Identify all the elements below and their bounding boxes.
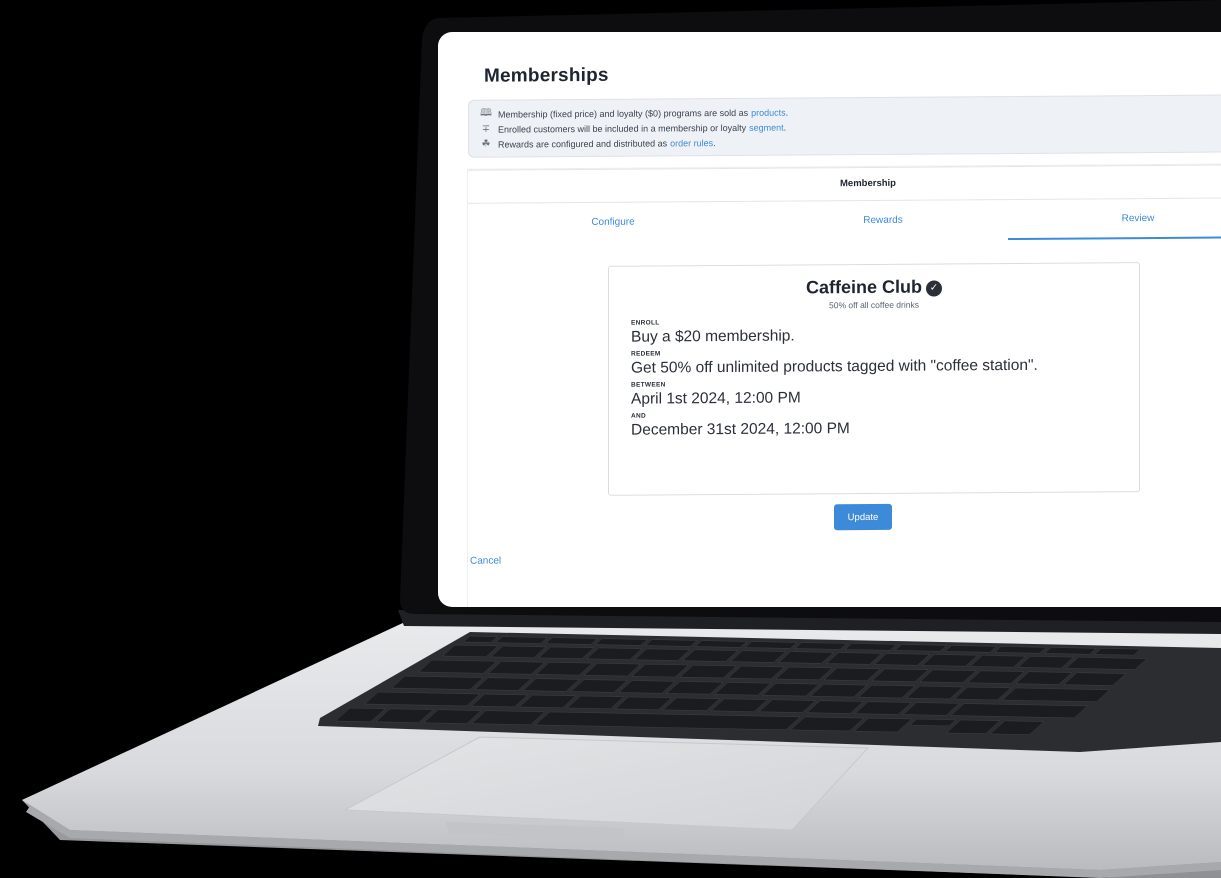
tab-bar: Configure Rewards Review bbox=[468, 198, 1221, 244]
laptop-screen: Memberships 🕮 Membership (fixed price) a… bbox=[438, 32, 1221, 607]
info-banner: 🕮 Membership (fixed price) and loyalty (… bbox=[468, 93, 1221, 158]
info-end-rules: . bbox=[713, 137, 716, 148]
tab-configure[interactable]: Configure bbox=[468, 202, 758, 244]
panel-header: Membership bbox=[468, 164, 1221, 204]
tab-review[interactable]: Review bbox=[1008, 198, 1221, 241]
and-value: December 31st 2024, 12:00 PM bbox=[631, 420, 850, 439]
cancel-link[interactable]: Cancel bbox=[470, 556, 501, 567]
between-value: April 1st 2024, 12:00 PM bbox=[631, 389, 801, 408]
update-button[interactable]: Update bbox=[834, 503, 892, 531]
verified-badge-icon: ✓ bbox=[926, 280, 942, 297]
card-title: Caffeine Club ✓ bbox=[609, 275, 1139, 300]
card-subtitle: 50% off all coffee drinks bbox=[829, 299, 919, 311]
info-end-segment: . bbox=[783, 122, 787, 133]
info-end-products: . bbox=[785, 107, 789, 118]
redeem-value: Get 50% off unlimited products tagged wi… bbox=[631, 356, 1038, 377]
rewards-icon: ☘ bbox=[481, 138, 491, 150]
book-icon: 🕮 bbox=[480, 107, 492, 119]
page-title: Memberships bbox=[484, 64, 609, 87]
review-card: Caffeine Club ✓ 50% off all coffee drinks… bbox=[608, 262, 1140, 496]
card-details: ENROLL Buy a $20 membership. REDEEM Get … bbox=[609, 316, 1139, 440]
app-window: Memberships 🕮 Membership (fixed price) a… bbox=[438, 32, 1221, 607]
segment-link[interactable]: segment bbox=[749, 122, 784, 132]
info-text-products: Membership (fixed price) and loyalty ($0… bbox=[498, 107, 749, 120]
order-rules-link[interactable]: order rules bbox=[670, 138, 713, 148]
membership-panel: Membership Configure Rewards Review Caff… bbox=[468, 163, 1221, 607]
enroll-value: Buy a $20 membership. bbox=[631, 327, 795, 346]
info-text-rules: Rewards are configured and distributed a… bbox=[498, 137, 668, 150]
tab-rewards[interactable]: Rewards bbox=[758, 200, 1008, 242]
laptop-scene: Memberships 🕮 Membership (fixed price) a… bbox=[0, 0, 1221, 878]
segment-icon: ∓ bbox=[481, 123, 491, 135]
info-text-segment: Enrolled customers will be included in a… bbox=[498, 122, 747, 135]
membership-name: Caffeine Club bbox=[805, 276, 922, 298]
products-link[interactable]: products bbox=[751, 107, 786, 117]
